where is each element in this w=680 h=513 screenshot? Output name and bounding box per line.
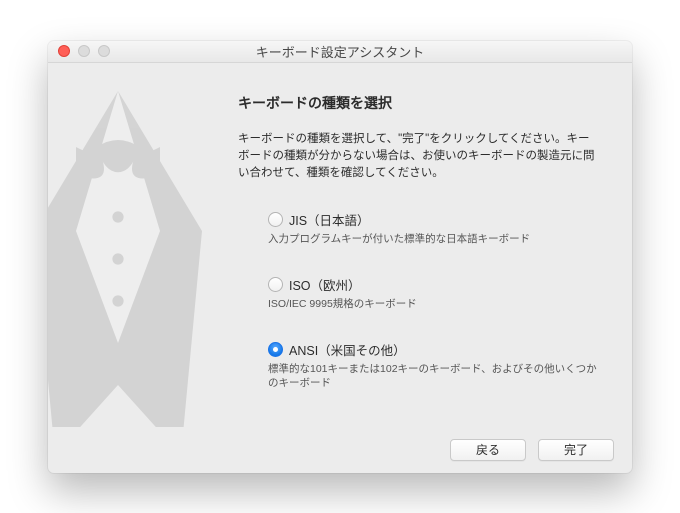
radio-group: JIS（日本語） 入力プログラムキーが付いた標準的な日本語キーボード ISO（欧… [238,210,598,391]
minimize-icon [78,45,90,57]
window-title: キーボード設定アシスタント [48,42,632,61]
footer: 戻る 完了 [48,427,632,473]
option-iso-desc: ISO/IEC 9995規格のキーボード [268,297,598,312]
option-ansi-row[interactable]: ANSI（米国その他） [268,340,598,359]
radio-jis[interactable] [268,212,283,227]
titlebar: キーボード設定アシスタント [48,41,632,63]
traffic-lights [48,45,110,57]
zoom-icon [98,45,110,57]
radio-iso[interactable] [268,277,283,292]
option-ansi: ANSI（米国その他） 標準的な101キーまたは102キーのキーボード、およびそ… [268,340,598,391]
option-jis: JIS（日本語） 入力プログラムキーが付いた標準的な日本語キーボード [268,210,598,247]
done-button[interactable]: 完了 [538,439,614,461]
option-ansi-desc: 標準的な101キーまたは102キーのキーボード、およびその他いくつかのキーボード [268,362,598,391]
assistant-window: キーボード設定アシスタント キーボードの種類を選択 キーボードの種類を選択して、… [48,41,632,473]
option-jis-row[interactable]: JIS（日本語） [268,210,598,229]
option-iso: ISO（欧州） ISO/IEC 9995規格のキーボード [268,275,598,312]
instruction-text: キーボードの種類を選択して、"完了"をクリックしてください。キーボードの種類が分… [238,131,598,183]
close-icon[interactable] [58,45,70,57]
option-iso-row[interactable]: ISO（欧州） [268,275,598,294]
radio-ansi[interactable] [268,342,283,357]
option-jis-desc: 入力プログラムキーが付いた標準的な日本語キーボード [268,232,598,247]
option-iso-label: ISO（欧州） [289,275,361,294]
window-body: キーボードの種類を選択 キーボードの種類を選択して、"完了"をクリックしてくださ… [48,63,632,427]
option-ansi-label: ANSI（米国その他） [289,340,406,359]
page-title: キーボードの種類を選択 [238,93,598,113]
option-jis-label: JIS（日本語） [289,210,370,229]
back-button[interactable]: 戻る [450,439,526,461]
content-area: キーボードの種類を選択 キーボードの種類を選択して、"完了"をクリックしてくださ… [48,63,632,427]
